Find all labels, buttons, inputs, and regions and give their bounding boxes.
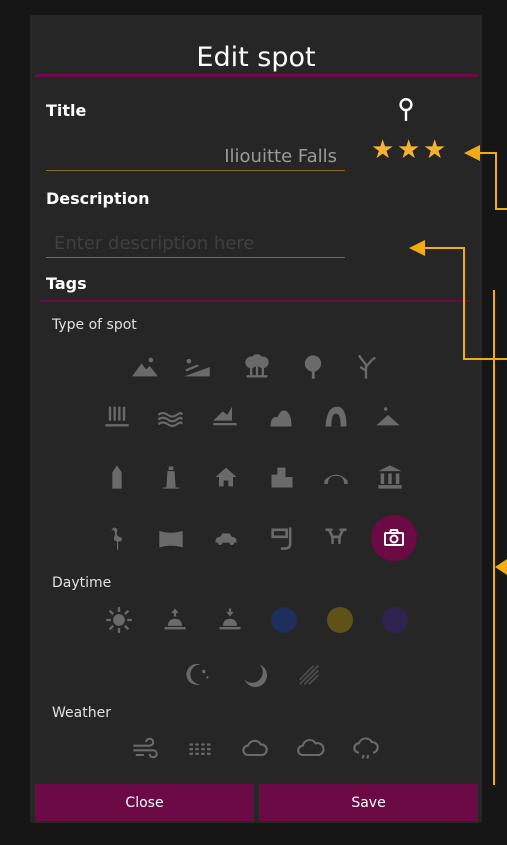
blue-hour-icon[interactable] — [271, 607, 297, 633]
house-icon[interactable] — [211, 462, 241, 492]
sunrise-icon[interactable] — [160, 605, 190, 635]
title-label: Title — [46, 101, 87, 120]
sun-icon[interactable] — [104, 605, 134, 635]
wind-icon[interactable] — [130, 733, 160, 763]
monument-icon[interactable] — [375, 462, 405, 492]
title-input[interactable]: Iliouitte Falls — [46, 144, 345, 171]
tower-icon[interactable] — [102, 462, 132, 492]
star-icon[interactable]: ★ — [371, 135, 394, 165]
dead-tree-icon[interactable] — [351, 352, 381, 382]
cloud-icon[interactable] — [240, 733, 270, 763]
moon-icon[interactable] — [240, 660, 270, 690]
twilight-icon[interactable] — [382, 607, 408, 633]
type-of-spot-label: Type of spot — [52, 317, 137, 333]
arch-icon[interactable] — [321, 401, 351, 431]
camera-icon[interactable] — [371, 515, 417, 561]
daytime-label: Daytime — [52, 575, 112, 591]
drone-icon[interactable] — [321, 523, 351, 553]
night-stars-icon[interactable] — [183, 660, 213, 690]
dialog-title: Edit spot — [196, 42, 316, 73]
mountains-icon[interactable] — [130, 352, 160, 382]
flamingo-icon[interactable] — [102, 523, 132, 553]
tags-divider — [40, 300, 470, 302]
water-icon[interactable] — [155, 401, 185, 431]
edit-spot-dialog: Edit spot Title Iliouitte Falls ★ ★ ★ De… — [30, 15, 482, 823]
header-divider — [35, 74, 478, 77]
meteor-icon[interactable] — [294, 660, 324, 690]
save-button[interactable]: Save — [259, 784, 478, 821]
snorkel-icon[interactable] — [267, 523, 297, 553]
location-pin-icon[interactable] — [393, 95, 419, 123]
description-label: Description — [46, 189, 150, 208]
weather-label: Weather — [52, 705, 111, 721]
star-icon[interactable]: ★ — [423, 135, 446, 165]
forest-icon[interactable] — [242, 352, 272, 382]
golden-hour-icon[interactable] — [327, 607, 353, 633]
tags-label: Tags — [46, 274, 87, 293]
rain-cloud-icon[interactable] — [351, 733, 381, 763]
rating-stars[interactable]: ★ ★ ★ — [371, 135, 457, 165]
tree-icon[interactable] — [298, 352, 328, 382]
hill-icon[interactable] — [373, 401, 403, 431]
rock-icon[interactable] — [266, 401, 296, 431]
sunset-icon[interactable] — [215, 605, 245, 635]
close-button[interactable]: Close — [35, 784, 254, 821]
fog-icon[interactable] — [185, 733, 215, 763]
fields-icon[interactable] — [182, 352, 212, 382]
coast-icon[interactable] — [210, 401, 240, 431]
landscape-icon[interactable] — [156, 523, 186, 553]
description-input[interactable]: Enter description here — [46, 231, 345, 258]
lighthouse-icon[interactable] — [156, 462, 186, 492]
star-icon[interactable]: ★ — [397, 135, 420, 165]
cloudy-icon[interactable] — [296, 733, 326, 763]
car-icon[interactable] — [211, 523, 241, 553]
title-value: Iliouitte Falls — [224, 146, 337, 167]
bridge-icon[interactable] — [321, 462, 351, 492]
waterfall-icon[interactable] — [102, 401, 132, 431]
description-placeholder: Enter description here — [54, 233, 255, 254]
city-icon[interactable] — [267, 462, 297, 492]
